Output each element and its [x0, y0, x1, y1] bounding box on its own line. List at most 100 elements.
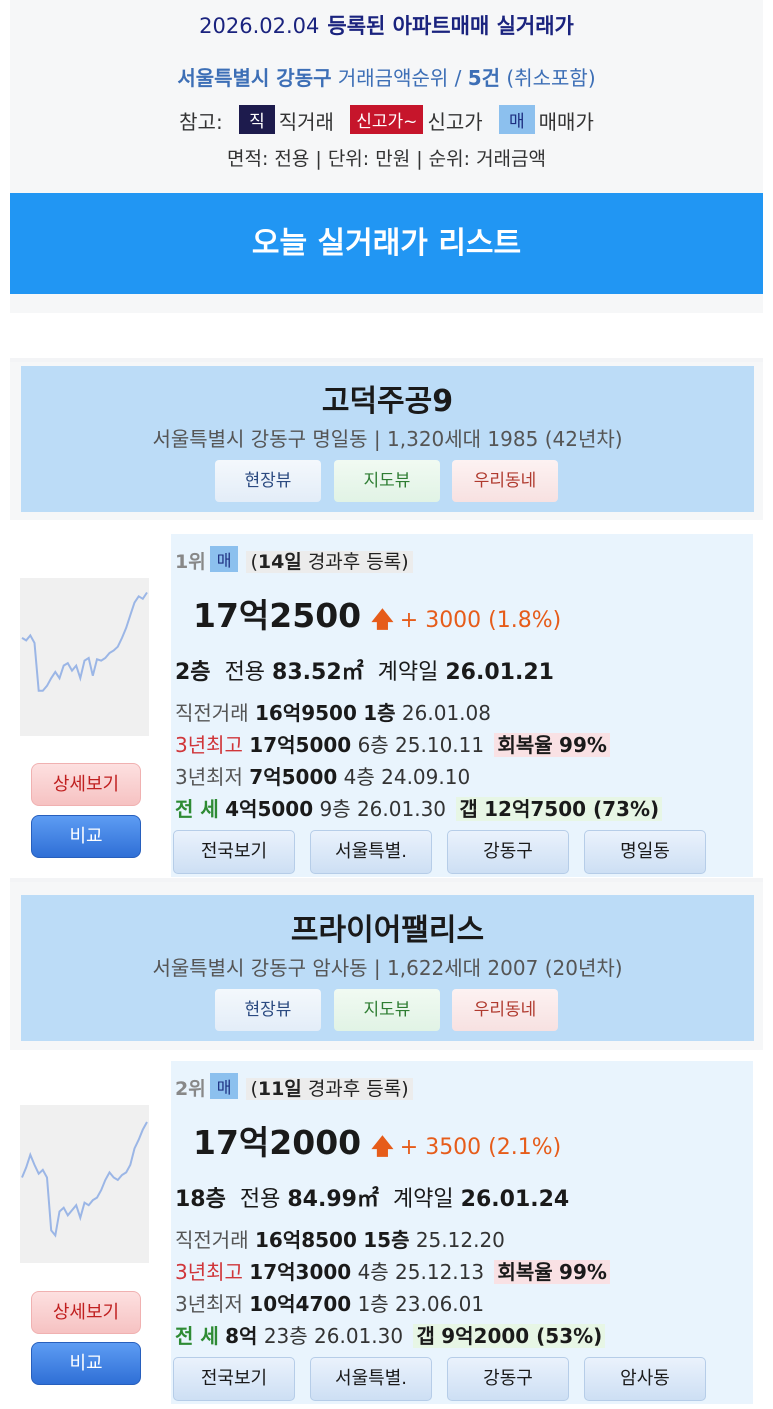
apt-name: 고덕주공9 [321, 384, 454, 419]
contract-label: 계약일 [392, 1187, 454, 1212]
gap-amount: 12억7500 (73%) [484, 797, 660, 821]
recovery-rate: 회복율 99% [494, 733, 610, 757]
jeonse-row: 전 세 4억5000 9층 26.01.30 갭 12억7500 (73%) [175, 793, 663, 822]
apt-name: 프라이어팰리스 [290, 913, 485, 948]
high-label: 3년최고 [175, 733, 243, 757]
recovery-value: 99% [559, 733, 607, 757]
jeonse-label: 전 세 [175, 1324, 219, 1348]
low-date: 24.09.10 [381, 765, 471, 789]
prev-date: 26.01.08 [401, 701, 491, 725]
prev-price: 16억9500 [254, 701, 357, 725]
high-floor: 4층 [357, 1260, 389, 1284]
contract-date: 26.01.21 [445, 660, 554, 685]
sale-badge: 매 [209, 1073, 239, 1099]
detail-button[interactable]: 상세보기 [31, 1291, 141, 1334]
sparkline-line [21, 1121, 148, 1238]
header-title: 2026.02.04 등록된 아파트매매 실거래가 [0, 10, 773, 40]
three-year-low-row: 3년최저 10억4700 1층 23.06.01 [175, 1288, 484, 1317]
deal-price-line: 17억2500 🡅 + 3000 (1.8%) [193, 589, 561, 641]
high-date: 25.12.13 [395, 1260, 485, 1284]
high-label: 3년최고 [175, 1260, 243, 1284]
region-button-district[interactable]: 강동구 [447, 1357, 569, 1401]
rank-line: 2위 매 (11일 경과후 등록) [175, 1073, 413, 1101]
jeonse-date: 26.01.30 [356, 797, 447, 821]
price-change: + 3000 (1.8%) [399, 608, 562, 633]
sparkline-svg [21, 591, 148, 692]
legend-sale-text: 매매가 [538, 110, 594, 134]
legend-direct-text: 직거래 [278, 110, 334, 134]
recovery-value: 99% [559, 1260, 607, 1284]
days-suffix: 경과후 등록) [307, 1078, 409, 1100]
direct-badge: 직 [239, 105, 275, 134]
new-high-badge: 신고가~ [350, 105, 424, 134]
deal-price-line: 17억2000 🡅 + 3500 (2.1%) [193, 1116, 561, 1168]
sale-badge: 매 [209, 546, 239, 572]
three-year-low-row: 3년최저 7억5000 4층 24.09.10 [175, 761, 470, 790]
gap-value: 갭 12억7500 (73%) [456, 797, 663, 821]
deal-panel: 1위 매 (14일 경과후 등록) 17억2500 🡅 + 3000 (1.8%) 2층… [171, 534, 753, 877]
header-title-text: 등록된 아파트매매 실거래가 [327, 14, 574, 38]
deal-panel: 2위 매 (11일 경과후 등록) 17억2000 🡅 + 3500 (2.1%) 18… [171, 1061, 753, 1404]
days-elapsed: 14일 [257, 551, 302, 573]
header-date: 2026.02.04 [199, 14, 320, 38]
header-region: 서울특별시 강동구 [177, 66, 332, 90]
low-label: 3년최저 [175, 1292, 243, 1316]
up-arrow-icon: 🡅 [371, 608, 394, 633]
jeonse-label: 전 세 [175, 797, 219, 821]
low-price: 7억5000 [249, 765, 338, 789]
legend-label: 참고: [179, 110, 223, 134]
jeonse-row: 전 세 8억 23층 26.01.30 갭 9억2000 (53%) [175, 1320, 606, 1349]
region-button-dong[interactable]: 명일동 [584, 830, 706, 874]
price-change: + 3500 (2.1%) [399, 1135, 562, 1160]
apt-header: 프라이어팰리스 서울특별시 강동구 암사동 | 1,622세대 2007 (20… [21, 895, 754, 1041]
days-suffix: 경과후 등록) [307, 551, 409, 573]
low-price: 10억4700 [249, 1292, 352, 1316]
sparkline-line [21, 591, 148, 692]
site-view-button[interactable]: 현장뷰 [215, 460, 321, 502]
compare-button[interactable]: 비교 [31, 815, 141, 858]
region-button-dong[interactable]: 암사동 [584, 1357, 706, 1401]
header-subtitle: 서울특별시 강동구 거래금액순위 / 5건 (취소포함) [0, 62, 773, 91]
neighborhood-button[interactable]: 우리동네 [452, 989, 558, 1031]
recovery-label: 회복율 [497, 733, 553, 757]
region-button-city[interactable]: 서울특별. [310, 830, 432, 874]
high-price: 17억3000 [249, 1260, 352, 1284]
low-floor: 4층 [343, 765, 375, 789]
apt-info: 서울특별시 강동구 명일동 | 1,320세대 1985 (42년차) [152, 427, 623, 451]
jeonse-price: 8억 [225, 1324, 258, 1348]
prev-label: 직전거래 [175, 1228, 249, 1252]
recovery-label: 회복율 [497, 1260, 553, 1284]
low-floor: 1층 [357, 1292, 389, 1316]
header-sort: 거래금액순위 / [337, 66, 462, 90]
price-sparkline[interactable] [20, 578, 149, 736]
region-button-nation[interactable]: 전국보기 [173, 1357, 295, 1401]
sparkline-svg [21, 1121, 148, 1238]
prev-floor: 1층 [363, 701, 396, 725]
apt-header: 고덕주공9 서울특별시 강동구 명일동 | 1,320세대 1985 (42년차… [21, 366, 754, 512]
region-button-city[interactable]: 서울특별. [310, 1357, 432, 1401]
detail-button[interactable]: 상세보기 [31, 763, 141, 806]
prev-date: 25.12.20 [415, 1228, 505, 1252]
compare-button[interactable]: 비교 [31, 1342, 141, 1385]
neighborhood-button[interactable]: 우리동네 [452, 460, 558, 502]
price-sparkline[interactable] [20, 1105, 149, 1263]
floor: 18층 [175, 1187, 226, 1212]
jeonse-date: 26.01.30 [314, 1324, 404, 1348]
region-button-district[interactable]: 강동구 [447, 830, 569, 874]
three-year-high-row: 3년최고 17억5000 6층 25.10.11 회복율 99% [175, 729, 610, 758]
region-button-nation[interactable]: 전국보기 [173, 830, 295, 874]
jeonse-price: 4억5000 [225, 797, 314, 821]
deal-price: 17억2000 [193, 1123, 362, 1162]
high-date: 25.10.11 [395, 733, 485, 757]
map-view-button[interactable]: 지도뷰 [334, 989, 440, 1031]
rank-line: 1위 매 (14일 경과후 등록) [175, 546, 413, 574]
apt-info: 서울특별시 강동구 암사동 | 1,622세대 2007 (20년차) [152, 956, 623, 980]
gap-label: 갭 [459, 797, 478, 821]
site-view-button[interactable]: 현장뷰 [215, 989, 321, 1031]
low-date: 23.06.01 [395, 1292, 485, 1316]
sale-badge: 매 [499, 105, 535, 134]
jeonse-floor: 9층 [319, 797, 351, 821]
registration-delay: (11일 경과후 등록) [246, 1078, 413, 1100]
map-view-button[interactable]: 지도뷰 [334, 460, 440, 502]
deal-price: 17억2500 [193, 596, 362, 635]
